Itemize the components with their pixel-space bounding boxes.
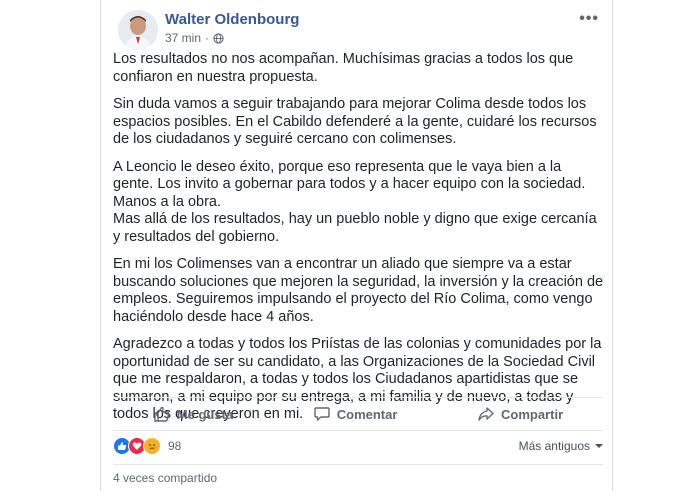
post-paragraph: Los resultados no nos acompañan. Muchísi… [113, 51, 574, 85]
post-card: Walter Oldenbourg 37 min · ••• Los resul… [100, 0, 613, 491]
sad-icon [143, 437, 161, 455]
sort-label: Más antiguos [518, 439, 590, 453]
more-options-icon[interactable]: ••• [579, 10, 599, 28]
author-name[interactable]: Walter Oldenbourg [165, 11, 299, 28]
share-count[interactable]: 4 veces compartido [113, 464, 603, 491]
post-meta: 37 min · [165, 31, 224, 45]
post-paragraph: A Leoncio le deseo éxito, porque eso rep… [113, 158, 586, 210]
share-label: Compartir [501, 406, 564, 422]
avatar-photo [118, 10, 158, 50]
share-button[interactable]: Compartir [477, 405, 563, 423]
post-paragraph: En mi los Colimenses van a encontrar un … [113, 256, 604, 325]
post-header: Walter Oldenbourg 37 min · ••• [113, 8, 603, 50]
like-button[interactable]: Me gusta [153, 405, 233, 423]
post-paragraph: Sin duda vamos a seguir trabajando para … [113, 96, 597, 147]
globe-icon[interactable] [213, 32, 224, 44]
meta-separator: · [205, 31, 210, 45]
like-label: Me gusta [176, 406, 234, 422]
post-paragraph: Mas allá de los resultados, hay un puebl… [113, 211, 597, 245]
chevron-down-icon [595, 444, 603, 448]
comment-icon [314, 407, 330, 421]
avatar[interactable] [118, 10, 158, 50]
comment-label: Comentar [336, 406, 398, 422]
reaction-count[interactable]: 98 [168, 439, 181, 453]
thumbs-up-icon [154, 406, 170, 422]
post-time[interactable]: 37 min [165, 31, 201, 45]
comment-sort-dropdown[interactable]: Más antiguos [519, 439, 603, 453]
share-icon [478, 407, 494, 421]
reaction-icons[interactable] [113, 437, 161, 455]
action-bar: Me gusta Comentar Compartir [113, 397, 603, 430]
post-body: Los resultados no nos acompañan. Muchísi… [113, 51, 605, 434]
comment-button[interactable]: Comentar [313, 405, 398, 423]
reactions-bar: 98 Más antiguos [113, 430, 603, 461]
